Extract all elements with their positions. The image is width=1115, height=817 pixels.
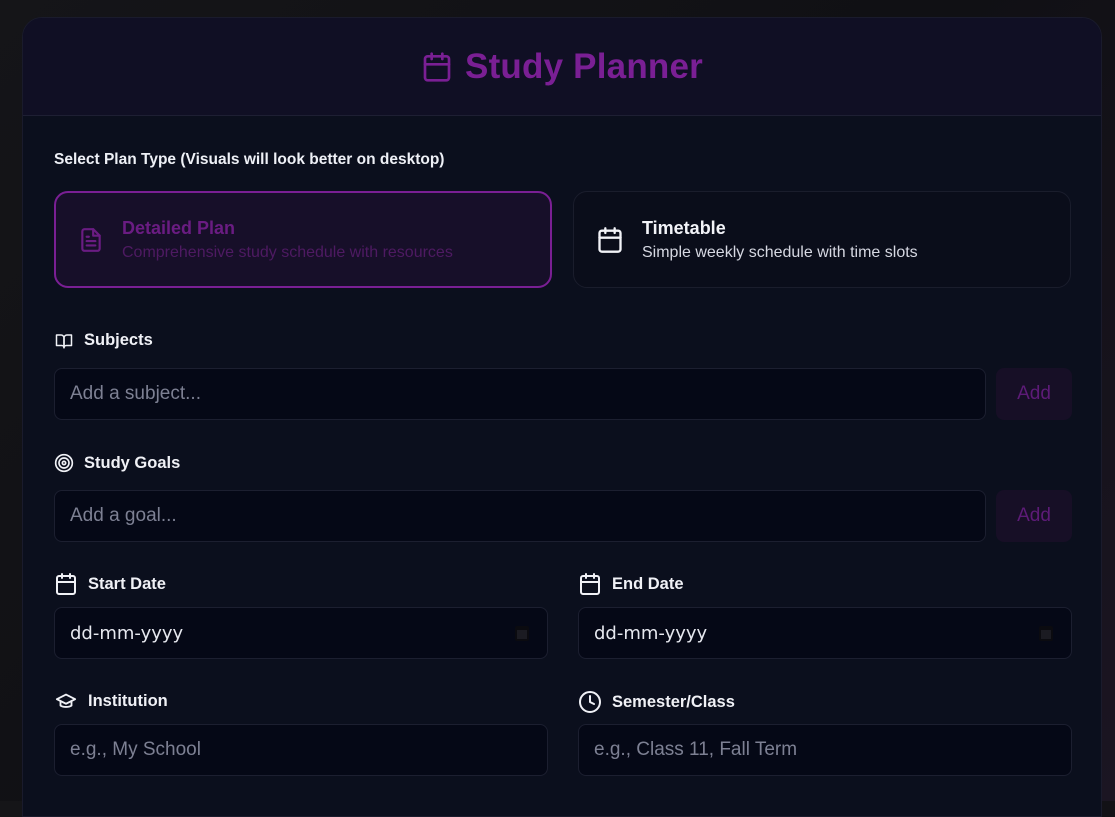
planner-card: Study Planner Select Plan Type (Visuals … [22, 17, 1102, 817]
goals-label: Study Goals [54, 453, 180, 473]
plan-option-title: Detailed Plan [122, 217, 236, 238]
subjects-label: Subjects [54, 331, 153, 350]
calendar-icon [596, 225, 624, 255]
plan-type-label: Select Plan Type (Visuals will look bett… [54, 151, 445, 168]
book-icon [54, 332, 74, 350]
graduation-cap-icon [54, 690, 78, 712]
start-date-label: Start Date [54, 572, 166, 596]
clock-icon [578, 690, 602, 714]
date-picker-icon[interactable] [1039, 625, 1053, 641]
target-icon [54, 453, 74, 473]
goals-label-text: Study Goals [84, 453, 181, 472]
calendar-icon [578, 572, 602, 596]
add-subject-button[interactable]: Add [996, 368, 1072, 420]
plan-option-description: Simple weekly schedule with time slots [642, 243, 918, 261]
plan-option-text: Detailed Plan Comprehensive study schedu… [122, 218, 453, 262]
calendar-icon [54, 572, 78, 596]
date-picker-icon[interactable] [515, 625, 529, 641]
end-date-value: dd-mm-yyyy [594, 622, 708, 644]
start-date-label-text: Start Date [88, 574, 166, 593]
subjects-label-text: Subjects [84, 331, 153, 349]
subject-input[interactable]: Add a subject... [54, 368, 986, 420]
end-date-input[interactable]: dd-mm-yyyy [578, 607, 1072, 659]
plan-option-detailed[interactable]: Detailed Plan Comprehensive study schedu… [54, 191, 552, 288]
plan-option-timetable[interactable]: Timetable Simple weekly schedule with ti… [573, 191, 1071, 288]
institution-label: Institution [54, 690, 168, 712]
semester-input[interactable]: e.g., Class 11, Fall Term [578, 724, 1072, 776]
plan-option-description: Comprehensive study schedule with resour… [122, 243, 453, 261]
page-title: Study Planner [465, 46, 703, 86]
plan-option-text: Timetable Simple weekly schedule with ti… [642, 218, 918, 262]
calendar-icon [421, 50, 453, 84]
start-date-value: dd-mm-yyyy [70, 622, 184, 644]
institution-label-text: Institution [88, 691, 168, 710]
end-date-label: End Date [578, 572, 684, 596]
add-goal-button[interactable]: Add [996, 490, 1072, 542]
semester-label-text: Semester/Class [612, 692, 735, 711]
institution-input[interactable]: e.g., My School [54, 724, 548, 776]
document-icon [78, 226, 104, 254]
title-wrap: Study Planner [421, 47, 703, 87]
planner-header: Study Planner [23, 18, 1101, 116]
plan-option-title: Timetable [642, 217, 726, 238]
start-date-input[interactable]: dd-mm-yyyy [54, 607, 548, 659]
end-date-label-text: End Date [612, 574, 684, 593]
goal-input[interactable]: Add a goal... [54, 490, 986, 542]
semester-label: Semester/Class [578, 690, 735, 714]
